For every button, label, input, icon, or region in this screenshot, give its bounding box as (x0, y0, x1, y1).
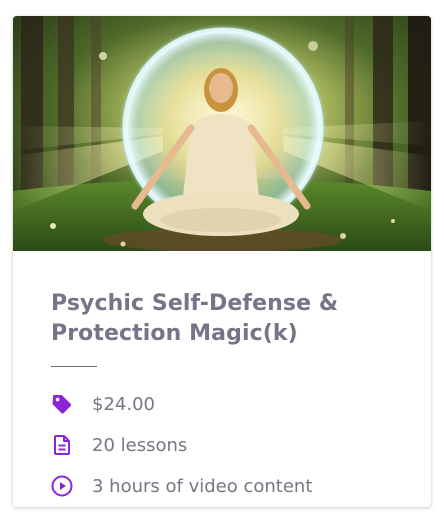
video-duration: 3 hours of video content (92, 475, 313, 497)
title-divider (51, 366, 97, 367)
course-title[interactable]: Psychic Self-Defense & Protection Magic(… (51, 289, 391, 349)
lessons-row: 20 lessons (51, 432, 411, 458)
course-image[interactable] (13, 16, 431, 251)
price-row: $24.00 (51, 391, 411, 417)
play-circle-icon (51, 475, 73, 497)
course-price: $24.00 (92, 393, 155, 415)
price-tag-icon (51, 393, 73, 415)
video-row: 3 hours of video content (51, 473, 411, 499)
course-card[interactable]: Psychic Self-Defense & Protection Magic(… (13, 16, 431, 507)
lesson-count: 20 lessons (92, 434, 188, 456)
document-icon (51, 434, 73, 456)
course-details: Psychic Self-Defense & Protection Magic(… (13, 251, 431, 507)
